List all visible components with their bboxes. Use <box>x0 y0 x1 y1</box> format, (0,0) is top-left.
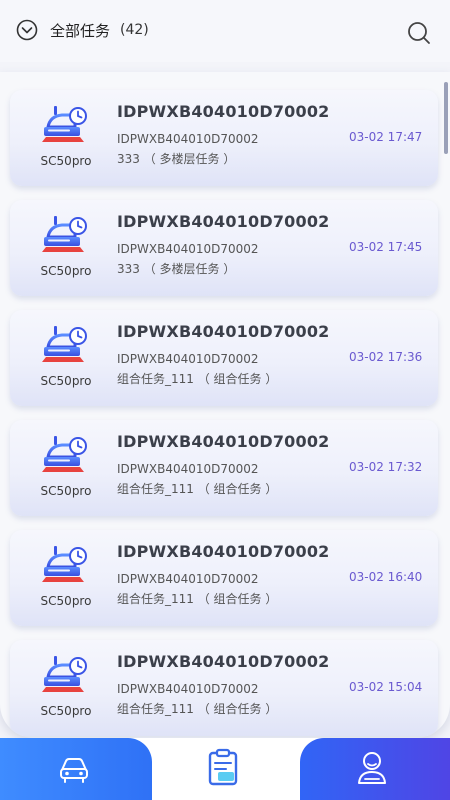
task-card[interactable]: SC50pro IDPWXB404010D70002 IDPWXB404010D… <box>10 90 438 186</box>
robot-model: SC50pro <box>40 484 92 498</box>
cleaning-robot-icon <box>42 656 87 692</box>
task-list[interactable]: SC50pro IDPWXB404010D70002 IDPWXB404010D… <box>0 72 450 738</box>
cleaning-robot-icon <box>42 546 87 582</box>
task-card[interactable]: SC50pro IDPWXB404010D70002 IDPWXB404010D… <box>10 200 438 296</box>
task-title: IDPWXB404010D70002 <box>117 542 330 561</box>
header: 全部任务 (42) <box>0 0 450 62</box>
robot-model: SC50pro <box>40 154 92 168</box>
task-filter-dropdown[interactable]: 全部任务 (42) <box>16 19 149 41</box>
task-type: 组合任务_111 （ 组合任务 ） <box>117 482 278 496</box>
cleaning-robot-icon <box>42 106 87 142</box>
robot-model: SC50pro <box>40 594 92 608</box>
task-title: IDPWXB404010D70002 <box>117 212 330 231</box>
user-profile-icon <box>358 752 386 784</box>
task-type: 333 （ 多楼层任务 ） <box>117 262 236 276</box>
task-card[interactable]: SC50pro IDPWXB404010D70002 IDPWXB404010D… <box>10 640 438 736</box>
task-count: (42) <box>120 22 149 38</box>
task-device-id: IDPWXB404010D70002 <box>117 132 259 146</box>
task-time: 03-02 17:32 <box>349 460 423 474</box>
task-time: 03-02 17:45 <box>349 240 423 254</box>
task-type: 组合任务_111 （ 组合任务 ） <box>117 592 278 606</box>
task-time: 03-02 15:04 <box>349 680 423 694</box>
task-type: 333 （ 多楼层任务 ） <box>117 152 236 166</box>
task-title: IDPWXB404010D70002 <box>117 322 330 341</box>
robot-model: SC50pro <box>40 704 92 718</box>
task-card[interactable]: SC50pro IDPWXB404010D70002 IDPWXB404010D… <box>10 420 438 516</box>
robot-car-icon <box>60 758 88 783</box>
task-device-id: IDPWXB404010D70002 <box>117 682 259 696</box>
task-type: 组合任务_111 （ 组合任务 ） <box>117 372 278 386</box>
task-title: IDPWXB404010D70002 <box>117 652 330 671</box>
task-device-id: IDPWXB404010D70002 <box>117 352 259 366</box>
task-time: 03-02 16:40 <box>349 570 423 584</box>
task-type: 组合任务_111 （ 组合任务 ） <box>117 702 278 716</box>
cleaning-robot-icon <box>42 326 87 362</box>
robot-model: SC50pro <box>40 264 92 278</box>
task-title: IDPWXB404010D70002 <box>117 432 330 451</box>
task-title: IDPWXB404010D70002 <box>117 102 330 121</box>
cleaning-robot-icon <box>42 216 87 252</box>
task-device-id: IDPWXB404010D70002 <box>117 572 259 586</box>
filter-label: 全部任务 <box>50 21 111 40</box>
tab-profile[interactable] <box>300 738 450 800</box>
task-card[interactable]: SC50pro IDPWXB404010D70002 IDPWXB404010D… <box>10 530 438 626</box>
robot-model: SC50pro <box>40 374 92 388</box>
task-time: 03-02 17:47 <box>349 130 423 144</box>
cleaning-robot-icon <box>42 436 87 472</box>
chevron-down-circle-icon <box>16 19 38 41</box>
task-device-id: IDPWXB404010D70002 <box>117 462 259 476</box>
search-icon[interactable] <box>406 20 432 46</box>
task-time: 03-02 17:36 <box>349 350 423 364</box>
bottom-tab-bar <box>0 738 450 800</box>
task-device-id: IDPWXB404010D70002 <box>117 242 259 256</box>
scrollbar[interactable] <box>444 82 448 154</box>
clipboard-task-icon[interactable] <box>206 748 240 786</box>
task-card[interactable]: SC50pro IDPWXB404010D70002 IDPWXB404010D… <box>10 310 438 406</box>
tab-robots[interactable] <box>0 738 152 800</box>
